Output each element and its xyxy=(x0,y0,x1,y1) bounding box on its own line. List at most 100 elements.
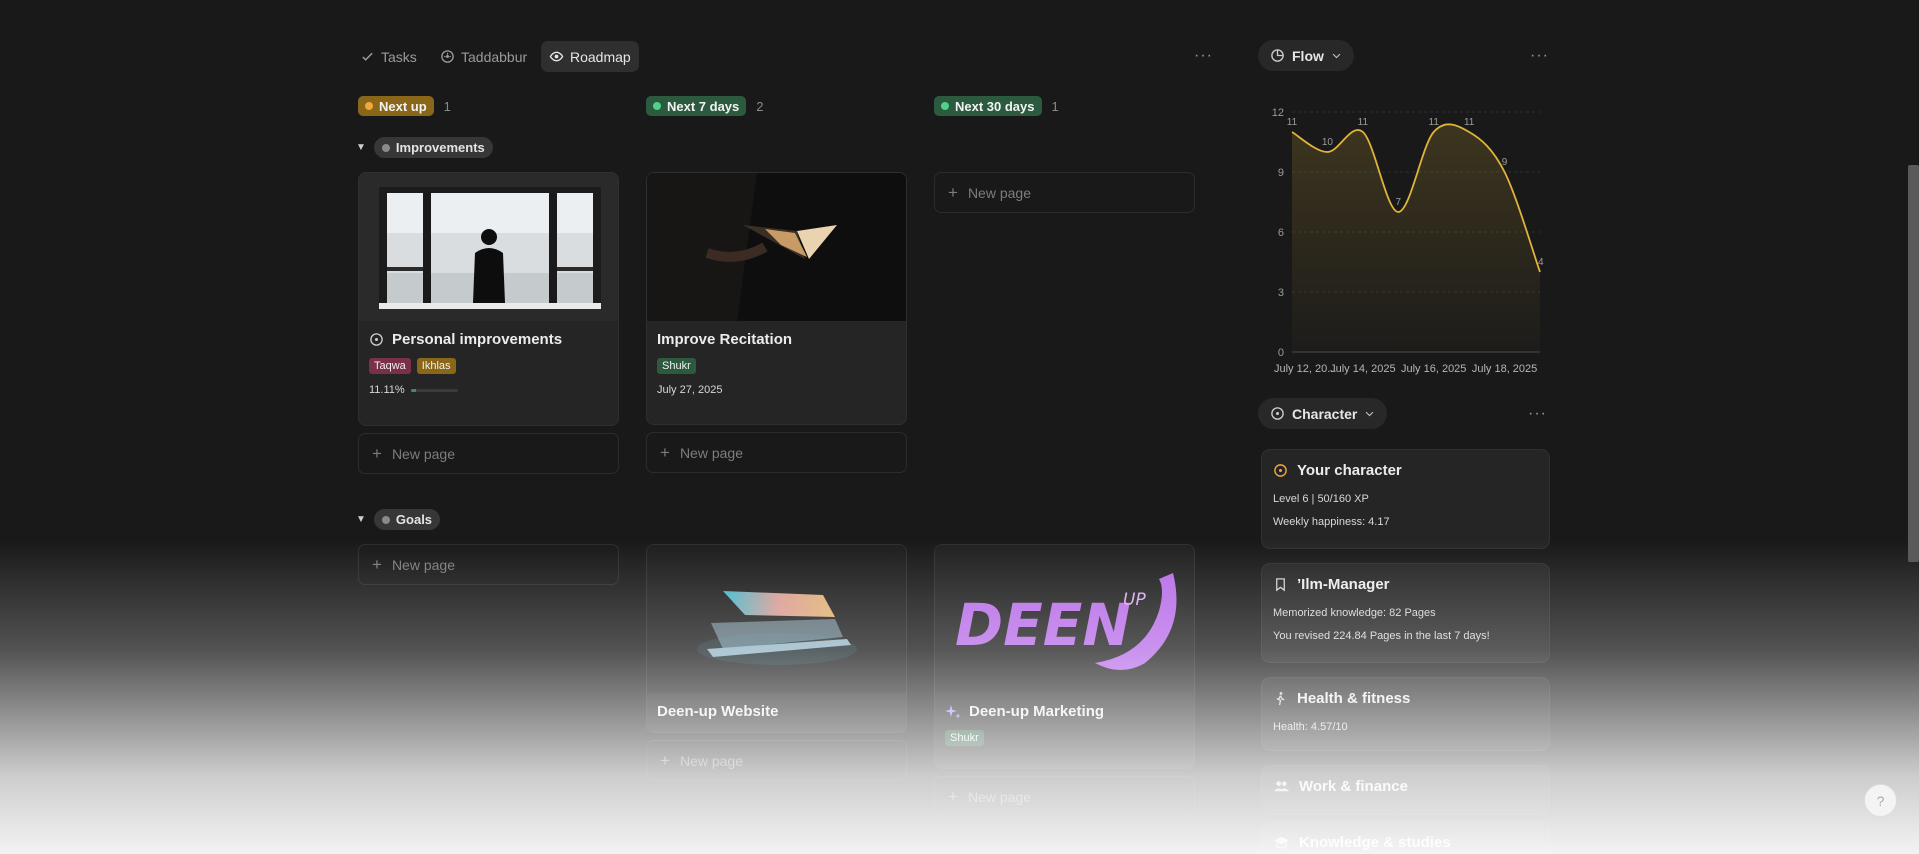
card-your-character[interactable]: Your character Level 6 | 50/160 XP Weekl… xyxy=(1261,449,1550,549)
people-icon xyxy=(1274,781,1289,792)
group-label: Improvements xyxy=(395,140,485,155)
window-silhouette-image xyxy=(359,173,618,321)
group-label: Goals xyxy=(395,512,433,527)
x-tick-label: July 12, 20... xyxy=(1274,363,1336,375)
new-page-button[interactable]: + New page xyxy=(934,172,1195,213)
logo-sup: UP xyxy=(1123,590,1146,610)
progress-fill xyxy=(410,388,416,392)
status-dot xyxy=(653,102,661,110)
logo-text: DEEN xyxy=(955,591,1131,659)
new-page-button[interactable]: + New page xyxy=(646,432,907,473)
card-deen-up-marketing[interactable]: DEEN UP Deen-up Marketing Shukr xyxy=(934,544,1195,769)
data-label: 11 xyxy=(1287,117,1298,128)
flow-chart: 036912111011711 1194July 12, 20...July 14… xyxy=(1272,107,1544,375)
card-title: Personal improvements xyxy=(369,331,608,348)
revised-text: You revised 224.84 Pages in the last 7 d… xyxy=(1273,630,1490,642)
help-icon: ? xyxy=(1876,792,1885,809)
character-view-selector[interactable]: Character xyxy=(1258,398,1388,429)
happiness-text: Weekly happiness: 4.17 xyxy=(1273,516,1390,528)
card-personal-improvements[interactable]: Personal improvements Taqwa Ikhlas 11.11… xyxy=(358,172,619,426)
y-tick-label: 12 xyxy=(1272,107,1284,119)
new-page-button[interactable]: + New page xyxy=(934,776,1195,817)
info-card-title: Work & finance xyxy=(1299,778,1408,795)
column-label: Next 30 days xyxy=(955,98,1035,114)
plus-icon: + xyxy=(660,442,670,462)
status-badge: Next 7 days xyxy=(646,96,747,116)
plus-icon: + xyxy=(660,750,670,770)
plus-icon: + xyxy=(372,554,382,574)
x-tick-label: July 18, 2025 xyxy=(1472,363,1537,375)
card-title-text: Personal improvements xyxy=(392,331,563,348)
card-knowledge-studies[interactable]: Knowledge & studies xyxy=(1261,821,1550,854)
group-goals[interactable]: ▼ Goals xyxy=(356,509,441,530)
info-card-title: Health & fitness xyxy=(1297,690,1411,707)
y-tick-label: 0 xyxy=(1278,347,1284,359)
column-header-next-30-days: Next 30 days 1 xyxy=(934,96,1059,116)
board-more-button[interactable]: ··· xyxy=(1194,48,1213,64)
column-label: Next up xyxy=(379,98,427,114)
column-header-next-up: Next up 1 xyxy=(358,96,451,116)
level-text: Level 6 | 50/160 XP xyxy=(1273,493,1369,505)
tab-tasks[interactable]: Tasks xyxy=(352,41,425,72)
card-cover-image xyxy=(359,173,618,321)
group-improvements[interactable]: ▼ Improvements xyxy=(356,137,493,158)
progress-bar xyxy=(410,388,458,392)
memorized-text: Memorized knowledge: 82 Pages xyxy=(1273,607,1436,619)
data-label: 11 xyxy=(1429,117,1440,128)
chevron-down-icon xyxy=(1366,411,1374,417)
graduation-cap-icon xyxy=(1274,836,1289,849)
tag-ikhlas: Ikhlas xyxy=(416,358,456,374)
new-page-button[interactable]: + New page xyxy=(358,433,619,474)
flow-view-selector[interactable]: Flow xyxy=(1258,40,1354,71)
deen-up-logo: DEEN UP xyxy=(935,545,1194,693)
due-date: July 27, 2025 xyxy=(657,384,723,396)
progress-text: 11.11% xyxy=(369,384,405,396)
flow-more-button[interactable]: ··· xyxy=(1530,48,1549,64)
card-title-text: Deen-up Website xyxy=(657,703,779,720)
help-button[interactable]: ? xyxy=(1864,784,1897,817)
tab-label: Tasks xyxy=(381,48,417,65)
data-label: 11 xyxy=(1358,117,1369,128)
new-page-button[interactable]: + New page xyxy=(358,544,619,585)
tab-roadmap[interactable]: Roadmap xyxy=(541,41,639,72)
health-text: Health: 4.57/10 xyxy=(1273,721,1348,733)
data-label: 10 xyxy=(1322,137,1334,148)
data-label: 4 xyxy=(1538,257,1544,268)
column-count: 1 xyxy=(443,98,451,114)
status-badge: Next up xyxy=(358,96,434,116)
character-more-button[interactable]: ··· xyxy=(1528,406,1547,422)
tab-taddabbur[interactable]: Taddabbur xyxy=(432,41,535,72)
check-icon xyxy=(362,52,373,61)
card-deen-up-website[interactable]: Deen-up Website xyxy=(646,544,907,733)
card-title: Deen-up Website xyxy=(657,703,896,720)
column-count: 1 xyxy=(1051,98,1059,114)
card-work-finance[interactable]: Work & finance xyxy=(1261,765,1550,815)
column-header-next-7-days: Next 7 days 2 xyxy=(646,96,764,116)
card-health-fitness[interactable]: Health & fitness Health: 4.57/10 xyxy=(1261,677,1550,751)
y-tick-label: 3 xyxy=(1278,287,1284,299)
new-page-button[interactable]: + New page xyxy=(646,740,907,781)
collapse-triangle-icon[interactable]: ▼ xyxy=(356,514,366,525)
card-improve-recitation[interactable]: Improve Recitation Shukr July 27, 2025 xyxy=(646,172,907,425)
laptop-image xyxy=(647,545,906,693)
pie-chart-icon xyxy=(1271,49,1284,62)
y-tick-label: 9 xyxy=(1278,167,1284,179)
new-page-label: New page xyxy=(679,752,743,769)
collapse-triangle-icon[interactable]: ▼ xyxy=(356,142,366,153)
gauge-icon xyxy=(441,50,454,63)
data-label: 9 xyxy=(1502,157,1508,168)
eye-icon xyxy=(549,51,564,62)
sparkles-icon xyxy=(945,704,961,719)
card-title: Improve Recitation xyxy=(657,331,896,348)
data-label: 11 xyxy=(1464,117,1475,128)
group-badge: Improvements xyxy=(373,137,493,158)
info-card-title: Your character xyxy=(1297,462,1402,479)
card-cover-image xyxy=(647,173,906,321)
status-dot xyxy=(941,102,949,110)
new-page-label: New page xyxy=(967,788,1031,805)
page-scrollbar[interactable] xyxy=(1908,165,1919,562)
card-cover-image: DEEN UP xyxy=(935,545,1194,693)
new-page-label: New page xyxy=(391,445,455,462)
card-ilm-manager[interactable]: ’Ilm-Manager Memorized knowledge: 82 Pag… xyxy=(1261,563,1550,663)
gauge-icon xyxy=(370,333,383,346)
